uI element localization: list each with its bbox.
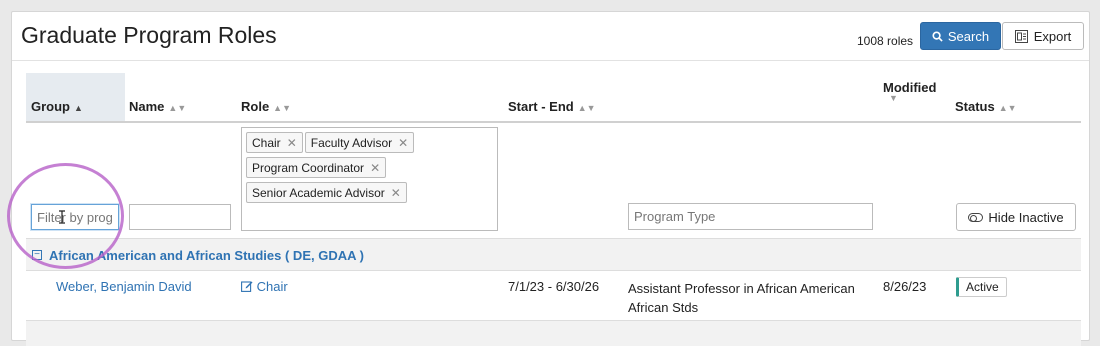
group-filter-input[interactable] xyxy=(31,204,119,230)
modified-date: 8/26/23 xyxy=(883,279,927,294)
role-filter-multiselect[interactable]: Chair ✕ Faculty Advisor ✕ Program Coordinat… xyxy=(241,127,498,231)
group-header-row[interactable]: − African American and African Studies (… xyxy=(26,238,1081,271)
column-header-status[interactable]: Status ▲▼ xyxy=(955,99,1017,114)
search-button[interactable]: Search xyxy=(920,22,1001,50)
edit-icon xyxy=(241,281,253,292)
remove-chip-icon[interactable]: ✕ xyxy=(391,186,401,200)
sort-icon: ▲▼ xyxy=(273,103,291,113)
export-button-label: Export xyxy=(1033,28,1072,44)
remove-chip-icon[interactable]: ✕ xyxy=(398,136,408,150)
remove-chip-icon[interactable]: ✕ xyxy=(370,161,380,175)
column-header-role[interactable]: Role ▲▼ xyxy=(241,99,291,114)
roles-panel: Graduate Program Roles 1008 roles Search… xyxy=(11,11,1090,346)
name-filter-input[interactable] xyxy=(129,204,231,230)
role-chip[interactable]: Faculty Advisor ✕ xyxy=(304,132,415,153)
remove-chip-icon[interactable]: ✕ xyxy=(287,136,297,150)
sort-ascending-icon: ▲ xyxy=(74,103,83,113)
text-cursor-icon xyxy=(59,210,65,224)
role-chip[interactable]: Chair ✕ xyxy=(246,132,303,153)
role-edit-link[interactable]: Chair xyxy=(241,279,288,294)
role-chip[interactable]: Senior Academic Advisor ✕ xyxy=(246,182,407,203)
start-end-dates: 7/1/23 - 6/30/26 xyxy=(508,279,600,294)
result-count: 1008 roles xyxy=(857,34,914,48)
program-type-filter-input[interactable] xyxy=(628,203,873,230)
sort-icon: ▲▼ xyxy=(168,103,187,113)
header-rule xyxy=(26,121,1081,123)
column-header-modified[interactable]: Modified ▼ xyxy=(883,80,936,103)
collapse-icon[interactable]: − xyxy=(32,250,42,260)
column-header-name[interactable]: Name ▲▼ xyxy=(129,99,186,114)
column-header-group[interactable]: Group ▲ xyxy=(31,99,83,114)
program-type-cell: Assistant Professor in African American … xyxy=(628,281,855,315)
sort-icon: ▲▼ xyxy=(998,103,1017,113)
page-title: Graduate Program Roles xyxy=(21,22,277,48)
person-name-link[interactable]: Weber, Benjamin David xyxy=(56,279,192,294)
search-button-label: Search xyxy=(947,28,990,44)
status-badge: Active xyxy=(956,277,1007,297)
toggle-icon xyxy=(968,212,984,222)
spreadsheet-icon xyxy=(1014,29,1028,43)
header-divider xyxy=(12,60,1089,61)
search-icon xyxy=(932,30,943,42)
column-header-start-end[interactable]: Start - End ▲▼ xyxy=(508,99,596,114)
group-title[interactable]: African American and African Studies ( D… xyxy=(49,248,364,263)
hide-inactive-button[interactable]: Hide Inactive xyxy=(956,203,1076,231)
sort-icon: ▲▼ xyxy=(577,103,596,113)
role-chip[interactable]: Program Coordinator ✕ xyxy=(246,157,387,178)
next-group-row xyxy=(26,321,1081,346)
export-button[interactable]: Export xyxy=(1002,22,1084,50)
